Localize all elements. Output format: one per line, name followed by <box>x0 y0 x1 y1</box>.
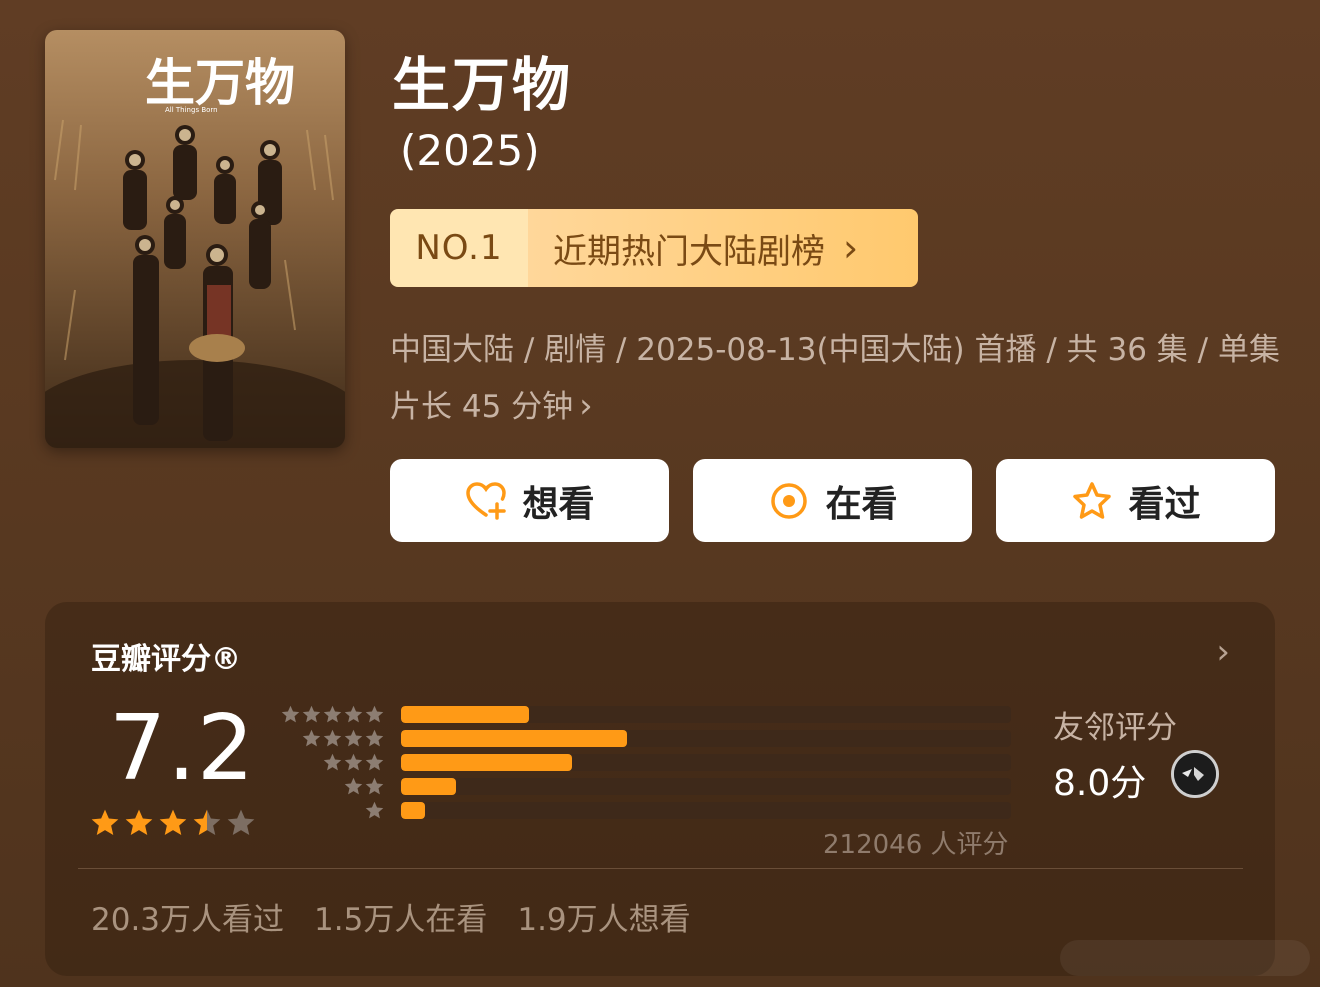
chevron-right-icon: › <box>843 226 859 270</box>
distribution-stars-4 <box>277 728 385 749</box>
done-label: 看过 <box>1128 483 1201 525</box>
rating-score: 7.2 <box>109 696 256 801</box>
distribution-stars-3 <box>277 752 385 773</box>
watch-stats: 20.3万人看过 1.5万人在看 1.9万人想看 <box>91 894 691 939</box>
want-to-watch-button[interactable]: 想看 <box>390 459 669 542</box>
friend-avatar[interactable] <box>1171 750 1219 798</box>
star-filled-icon <box>91 809 119 835</box>
star-small-icon <box>281 705 300 722</box>
rating-card[interactable]: 豆瓣评分® › 7.2 212046 人评分 友邻评分 8.0分 20.3万人看… <box>45 602 1275 976</box>
star-small-icon <box>344 777 363 794</box>
distribution-track <box>401 705 1011 723</box>
star-half-icon <box>193 809 221 835</box>
target-circle-icon <box>767 479 811 523</box>
distribution-bar-5-star <box>401 705 530 723</box>
poster-art: 生万物 All Things Born <box>45 30 345 448</box>
want-label: 想看 <box>522 483 595 525</box>
stat-watching: 1.5万人在看 <box>314 902 488 938</box>
distribution-bar-4-star <box>401 729 627 747</box>
star-small-icon <box>323 705 342 722</box>
star-outline-icon <box>1070 479 1114 523</box>
show-meta-info[interactable]: 中国大陆 / 剧情 / 2025-08-13(中国大陆) 首播 / 共 36 集… <box>390 322 1280 435</box>
stat-watched: 20.3万人看过 <box>91 902 285 938</box>
rank-label: 近期热门大陆剧榜 <box>553 231 825 272</box>
rating-distribution <box>277 702 1011 822</box>
distribution-row-4-star <box>277 726 1011 750</box>
star-small-icon <box>365 777 384 794</box>
distribution-track <box>401 801 1011 819</box>
distribution-stars-1 <box>277 800 385 821</box>
distribution-track <box>401 777 1011 795</box>
distribution-row-2-star <box>277 774 1011 798</box>
star-small-icon <box>344 705 363 722</box>
distribution-row-5-star <box>277 702 1011 726</box>
rank-list-link[interactable]: 近期热门大陆剧榜 › <box>528 209 918 287</box>
star-filled-icon <box>125 809 153 835</box>
star-empty-icon <box>227 809 255 835</box>
distribution-track <box>401 753 1011 771</box>
distribution-track <box>401 729 1011 747</box>
friend-rating-score: 8.0分 <box>1053 763 1147 804</box>
star-small-icon <box>323 729 342 746</box>
star-small-icon <box>365 705 384 722</box>
poster-subtitle-art: All Things Born <box>165 106 218 114</box>
friend-rating-label: 友邻评分 <box>1053 710 1177 746</box>
stat-want: 1.9万人想看 <box>517 902 691 938</box>
star-small-icon <box>344 729 363 746</box>
watching-button[interactable]: 在看 <box>693 459 972 542</box>
poster-image[interactable]: 生万物 All Things Born <box>45 30 345 448</box>
ranking-badge[interactable]: NO.1 近期热门大陆剧榜 › <box>390 209 918 287</box>
rank-number: NO.1 <box>390 209 528 287</box>
star-small-icon <box>365 801 384 818</box>
poster-title-art: 生万物 <box>145 53 295 112</box>
star-small-icon <box>302 729 321 746</box>
star-small-icon <box>344 753 363 770</box>
distribution-stars-2 <box>277 776 385 797</box>
watched-button[interactable]: 看过 <box>996 459 1275 542</box>
chevron-right-icon: › <box>579 386 593 426</box>
doing-label: 在看 <box>825 483 898 525</box>
distribution-row-3-star <box>277 750 1011 774</box>
page-title: 生万物 <box>392 51 573 119</box>
star-small-icon <box>365 753 384 770</box>
star-filled-icon <box>159 809 187 835</box>
rating-stars <box>89 807 257 839</box>
distribution-bar-1-star <box>401 801 426 819</box>
rating-title: 豆瓣评分® <box>91 642 241 677</box>
star-small-icon <box>365 729 384 746</box>
release-year: (2025) <box>400 126 540 175</box>
chevron-right-icon[interactable]: › <box>1216 632 1230 672</box>
watermark <box>1060 940 1310 976</box>
distribution-stars-5 <box>277 704 385 725</box>
divider <box>78 868 1243 869</box>
star-small-icon <box>302 705 321 722</box>
heart-plus-icon <box>464 479 508 523</box>
star-small-icon <box>323 753 342 770</box>
distribution-row-1-star <box>277 798 1011 822</box>
distribution-bar-3-star <box>401 753 572 771</box>
meta-text: 中国大陆 / 剧情 / 2025-08-13(中国大陆) 首播 / 共 36 集… <box>390 332 1280 425</box>
distribution-bar-2-star <box>401 777 456 795</box>
rating-count: 212046 人评分 <box>823 830 1009 860</box>
